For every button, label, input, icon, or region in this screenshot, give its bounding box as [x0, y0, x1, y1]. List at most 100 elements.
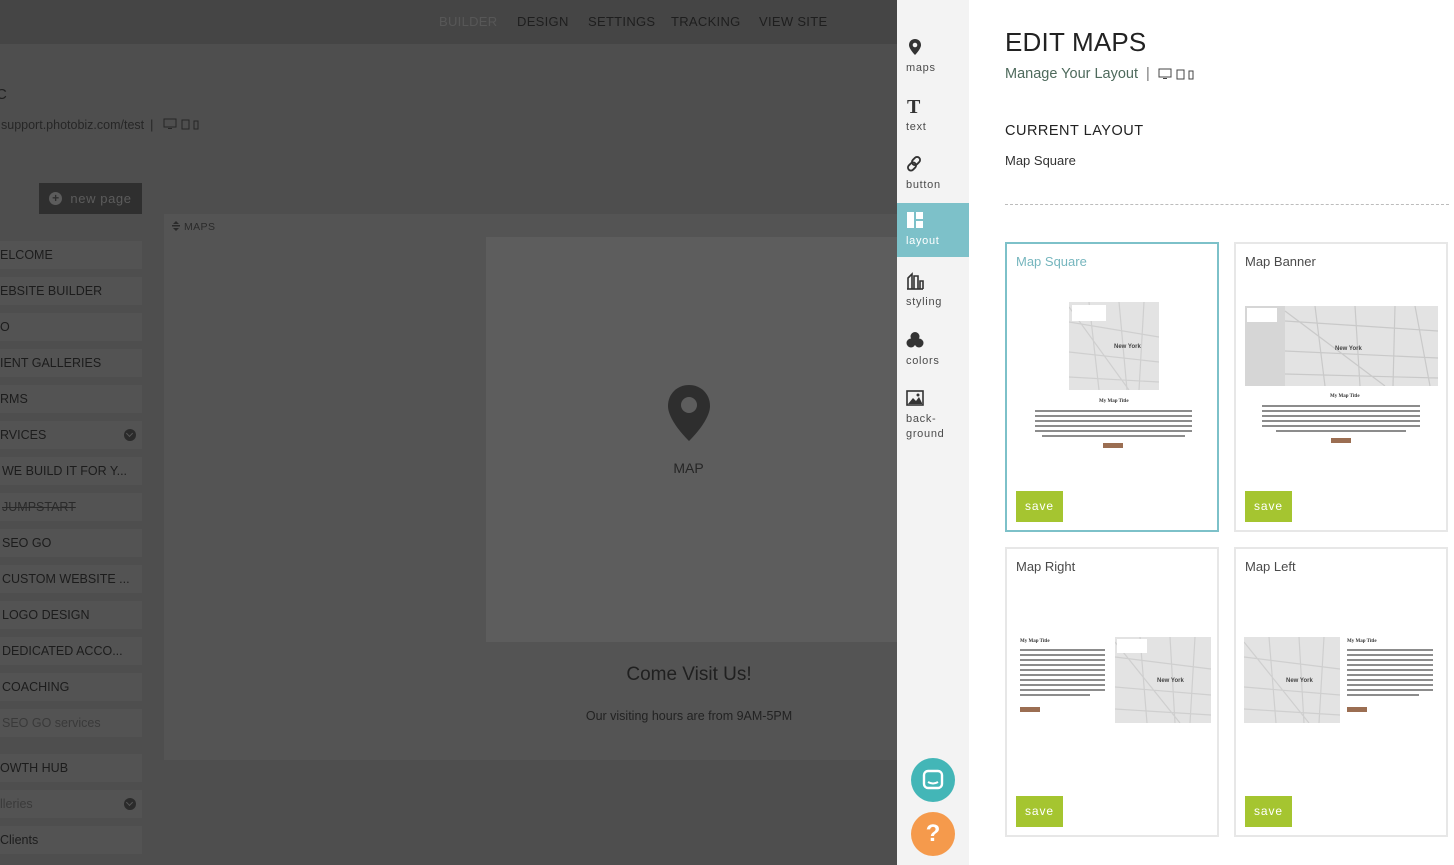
page-item[interactable]: RMS	[0, 385, 142, 413]
mini-text-line	[1347, 694, 1419, 696]
styling-icon	[907, 272, 924, 290]
page-item[interactable]: LOGO DESIGN	[0, 601, 142, 629]
svg-text:T: T	[907, 97, 921, 115]
page-item-label: Clients	[0, 833, 39, 847]
page-item[interactable]: OWTH HUB	[0, 754, 142, 782]
chat-button[interactable]	[911, 758, 955, 802]
page-item-label: O	[0, 320, 10, 334]
mini-map: New York	[1115, 637, 1211, 723]
tool-label: back-ground	[906, 412, 944, 442]
layout-card-map-square[interactable]: Map Square New York My Map Title save	[1005, 242, 1219, 532]
mini-text-line	[1262, 405, 1420, 407]
mini-title: My Map Title	[1020, 639, 1050, 644]
page-item-label: SEO GO	[2, 536, 52, 550]
page-item-label: RVICES	[0, 428, 47, 442]
page-item[interactable]: SEO GO services	[0, 709, 142, 737]
save-button[interactable]: save	[1245, 491, 1292, 522]
mini-text-line	[1262, 410, 1420, 412]
link-icon	[907, 156, 921, 172]
mini-map: New York	[1244, 637, 1340, 723]
chevron-down-icon[interactable]	[124, 429, 136, 441]
page-item-label: COACHING	[2, 680, 70, 694]
site-url-text[interactable]: support.photobiz.com/test	[1, 118, 144, 132]
page-item[interactable]: lleries	[0, 790, 142, 818]
mini-text-line	[1276, 430, 1406, 432]
mini-text-line	[1347, 654, 1433, 656]
chat-icon	[922, 769, 944, 790]
page-item[interactable]: COACHING	[0, 673, 142, 701]
panel-subtitle-separator: |	[1146, 66, 1150, 82]
device-icons[interactable]	[163, 118, 201, 130]
tool-colors[interactable]: colors	[897, 323, 969, 377]
page-item[interactable]: SEO GO	[0, 529, 142, 557]
mini-button	[1103, 443, 1123, 448]
layout-thumbnail: New York	[1069, 302, 1159, 390]
mini-button	[1331, 438, 1351, 443]
tool-styling[interactable]: styling	[897, 264, 969, 318]
layout-icon	[907, 212, 923, 228]
site-url-separator: |	[150, 118, 154, 132]
device-icons[interactable]	[1158, 68, 1196, 80]
nav-settings[interactable]: SETTINGS	[588, 14, 655, 29]
mini-text-line	[1035, 425, 1192, 427]
mini-text-line	[1020, 674, 1105, 676]
page-item-label: LOGO DESIGN	[2, 608, 90, 622]
tool-label: maps	[906, 62, 936, 74]
layout-card-map-right[interactable]: Map Right My Map Title New York save	[1005, 547, 1219, 837]
mini-text-line	[1262, 415, 1420, 417]
page-item-label: ELCOME	[0, 248, 53, 262]
divider	[1005, 204, 1449, 205]
mini-text-line	[1262, 420, 1420, 422]
page-item[interactable]: EBSITE BUILDER	[0, 277, 142, 305]
panel-subtitle-text: Manage Your Layout	[1005, 66, 1139, 82]
page-item[interactable]: CUSTOM WEBSITE ...	[0, 565, 142, 593]
image-icon	[906, 390, 924, 406]
tool-text[interactable]: T text	[897, 89, 969, 143]
mini-text-line	[1020, 669, 1105, 671]
page-item[interactable]: RVICES	[0, 421, 142, 449]
page-item[interactable]: JUMPSTART	[0, 493, 142, 521]
mini-text-line	[1347, 684, 1433, 686]
svg-text:New York: New York	[1114, 344, 1141, 350]
mini-text-line	[1020, 664, 1105, 666]
nav-design[interactable]: DESIGN	[517, 14, 569, 29]
drag-handle-icon[interactable]	[172, 221, 180, 231]
mini-text-line	[1020, 684, 1105, 686]
section-label[interactable]: MAPS	[172, 221, 215, 233]
map-heading: Come Visit Us!	[626, 664, 752, 685]
page-item[interactable]: ELCOME	[0, 241, 142, 269]
help-button[interactable]: ?	[911, 812, 955, 856]
tool-maps[interactable]: maps	[897, 30, 969, 84]
page-item-label: IENT GALLERIES	[0, 356, 102, 370]
tool-button[interactable]: button	[897, 147, 969, 201]
nav-view-site[interactable]: VIEW SITE	[759, 14, 827, 29]
tool-background[interactable]: back-ground	[897, 381, 969, 445]
nav-tracking[interactable]: TRACKING	[671, 14, 741, 29]
colors-icon	[906, 332, 924, 348]
save-button[interactable]: save	[1245, 796, 1292, 827]
new-page-button[interactable]: + new page	[39, 183, 142, 214]
layout-card-map-banner[interactable]: Map Banner New York My Map Title save	[1234, 242, 1448, 532]
layout-card-name: Map Left	[1245, 559, 1296, 574]
tool-label: colors	[906, 355, 940, 367]
save-button[interactable]: save	[1016, 491, 1063, 522]
page-item[interactable]: IENT GALLERIES	[0, 349, 142, 377]
mini-text-line	[1347, 674, 1433, 676]
page-item[interactable]: O	[0, 313, 142, 341]
chevron-down-icon[interactable]	[124, 798, 136, 810]
mini-text-line	[1020, 654, 1105, 656]
save-button[interactable]: save	[1016, 796, 1063, 827]
mini-text-line	[1020, 679, 1105, 681]
current-layout-name: Map Square	[1005, 153, 1076, 168]
tool-label: layout	[906, 235, 940, 247]
mini-text-line	[1347, 649, 1433, 651]
tool-layout[interactable]: layout	[897, 203, 969, 257]
mini-text-line	[1035, 430, 1192, 432]
mini-title: My Map Title	[1347, 639, 1377, 644]
page-item[interactable]: DEDICATED ACCO...	[0, 637, 142, 665]
page-item[interactable]: Clients	[0, 826, 142, 854]
map-pin-icon	[909, 39, 921, 55]
nav-builder[interactable]: BUILDER	[439, 14, 497, 29]
mini-text-line	[1347, 689, 1433, 691]
layout-card-map-left[interactable]: Map Left New York My Map Title save	[1234, 547, 1448, 837]
